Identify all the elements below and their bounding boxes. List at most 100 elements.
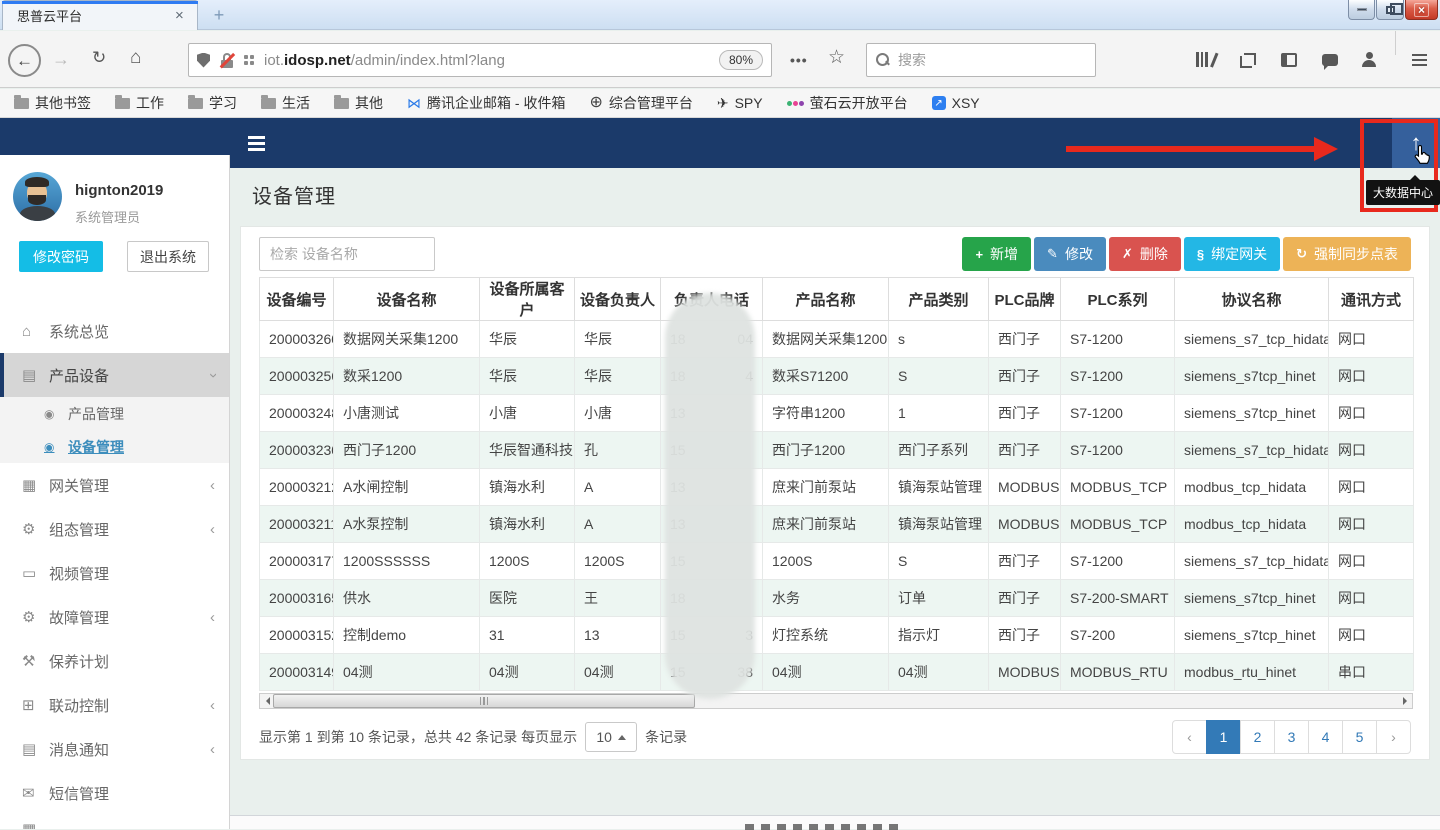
table-row[interactable]: 200003152控制demo3113153灯控系统指示灯西门子S7-200si… bbox=[260, 617, 1414, 654]
sidebar-item-短信管理[interactable]: ✉短信管理 bbox=[0, 771, 229, 815]
bookmark-item[interactable]: 生活 bbox=[261, 93, 310, 113]
sidebar-item-产品设备[interactable]: ▤产品设备‹ bbox=[0, 353, 229, 397]
bookmark-item[interactable]: ⊕综合管理平台 bbox=[589, 93, 692, 113]
sidebar-item-消息通知[interactable]: ▤消息通知‹ bbox=[0, 727, 229, 771]
insecure-lock-icon[interactable] bbox=[220, 53, 234, 68]
logout-button[interactable]: 退出系统 bbox=[127, 241, 209, 272]
browser-tab[interactable]: 思普云平台 × bbox=[2, 0, 198, 30]
column-header[interactable]: 协议名称 bbox=[1175, 278, 1329, 321]
column-header[interactable]: 设备所属客户 bbox=[480, 278, 575, 321]
bookmark-item[interactable]: 学习 bbox=[188, 93, 237, 113]
table-row[interactable]: 200003256数采1200华辰华辰184数采S71200S西门子S7-120… bbox=[260, 358, 1414, 395]
column-header[interactable]: 产品名称 bbox=[763, 278, 889, 321]
修改-button[interactable]: ✎修改 bbox=[1034, 237, 1106, 271]
table-row[interactable]: 200003248小唐测试小唐小唐13字符串12001西门子S7-1200sie… bbox=[260, 395, 1414, 432]
column-header[interactable]: 通讯方式 bbox=[1329, 278, 1414, 321]
page-button-3[interactable]: 3 bbox=[1274, 720, 1309, 754]
page-prev-button[interactable]: ‹ bbox=[1172, 720, 1207, 754]
sidebar-item-故障管理[interactable]: ⚙故障管理‹ bbox=[0, 595, 229, 639]
bookmark-item[interactable]: 萤石云开放平台 bbox=[787, 93, 908, 113]
table-cell: 灯控系统 bbox=[763, 617, 889, 654]
window-minimize-button[interactable] bbox=[1348, 0, 1375, 20]
permissions-icon[interactable] bbox=[244, 55, 254, 65]
library-button[interactable] bbox=[1196, 31, 1212, 88]
table-cell: 西门子 bbox=[989, 432, 1061, 469]
cross-icon: ✗ bbox=[1122, 246, 1133, 262]
sidebar-item-系统总览[interactable]: ⌂系统总览 bbox=[0, 309, 229, 353]
tracking-shield-icon[interactable] bbox=[197, 53, 210, 68]
table-cell: 200003165 bbox=[260, 580, 334, 617]
page-button-1[interactable]: 1 bbox=[1206, 720, 1241, 754]
page-button-4[interactable]: 4 bbox=[1308, 720, 1343, 754]
column-header[interactable]: 设备负责人 bbox=[575, 278, 661, 321]
home-button[interactable]: ⌂ bbox=[130, 47, 141, 69]
table-row[interactable]: 200003260数据网关采集1200华辰华辰1804数据网关采集1200s西门… bbox=[260, 321, 1414, 358]
scroll-right-arrow[interactable] bbox=[1398, 694, 1412, 708]
bookmark-item[interactable]: 工作 bbox=[115, 93, 164, 113]
circle-dot-icon: ◉ bbox=[44, 440, 68, 454]
table-cell: 网口 bbox=[1329, 432, 1414, 469]
column-header[interactable]: PLC系列 bbox=[1061, 278, 1175, 321]
account-button[interactable] bbox=[1361, 31, 1377, 88]
device-search-input[interactable] bbox=[259, 237, 435, 271]
column-header[interactable]: 设备名称 bbox=[334, 278, 480, 321]
page-size-select[interactable]: 10 bbox=[585, 722, 637, 752]
新增-button[interactable]: +新增 bbox=[962, 237, 1031, 271]
new-tab-button[interactable]: + bbox=[206, 4, 232, 27]
bookmark-item[interactable]: ✈SPY bbox=[717, 95, 763, 111]
chevron-left-icon: ‹ bbox=[210, 609, 215, 626]
screenshot-button[interactable] bbox=[1240, 31, 1254, 88]
page-button-5[interactable]: 5 bbox=[1342, 720, 1377, 754]
bookmark-item[interactable]: ↗XSY bbox=[932, 95, 980, 111]
page-actions-icon[interactable]: ••• bbox=[790, 52, 808, 68]
sidebar-collapse-icon[interactable] bbox=[248, 136, 265, 154]
window-close-button[interactable]: × bbox=[1405, 0, 1438, 20]
强制同步点表-button[interactable]: ↻强制同步点表 bbox=[1283, 237, 1411, 271]
sidebar-item-保养计划[interactable]: ⚒保养计划 bbox=[0, 639, 229, 683]
page-next-button[interactable]: › bbox=[1376, 720, 1411, 754]
table-row[interactable]: 20000314904测04测04测153804测04测MODBUSMODBUS… bbox=[260, 654, 1414, 691]
change-password-button[interactable]: 修改密码 bbox=[19, 241, 103, 272]
删除-button[interactable]: ✗删除 bbox=[1109, 237, 1181, 271]
page-button-2[interactable]: 2 bbox=[1240, 720, 1275, 754]
table-row[interactable]: 2000031771200SSSSSS1200S1200S151200SS西门子… bbox=[260, 543, 1414, 580]
url-bar[interactable]: iot.idosp.net/admin/index.html?lang 80% bbox=[188, 43, 772, 77]
sidebar-item-cutoff[interactable]: ▦ bbox=[0, 820, 36, 829]
table-row[interactable]: 200003212A水闸控制镇海水利A13庶来门前泵站镇海泵站管理MODBUSM… bbox=[260, 469, 1414, 506]
table-row[interactable]: 200003230西门子1200华辰智通科技孔15西门子1200西门子系列西门子… bbox=[260, 432, 1414, 469]
table-horizontal-scrollbar[interactable] bbox=[259, 693, 1413, 709]
bookmark-item[interactable]: ⋈腾讯企业邮箱 - 收件箱 bbox=[407, 93, 565, 113]
sidebar-item-网关管理[interactable]: ▦网关管理‹ bbox=[0, 463, 229, 507]
zoom-level-badge[interactable]: 80% bbox=[719, 50, 763, 70]
table-row[interactable]: 200003165供水医院王18水务订单西门子S7-200-SMARTsieme… bbox=[260, 580, 1414, 617]
search-bar[interactable]: 搜索 bbox=[866, 43, 1096, 77]
scrollbar-thumb[interactable] bbox=[273, 694, 695, 708]
绑定网关-button[interactable]: §绑定网关 bbox=[1184, 237, 1280, 271]
table-row[interactable]: 200003211A水泵控制镇海水利A13庶来门前泵站镇海泵站管理MODBUSM… bbox=[260, 506, 1414, 543]
url-text[interactable]: iot.idosp.net/admin/index.html?lang bbox=[264, 52, 715, 69]
bookmark-item[interactable]: 其他书签 bbox=[14, 93, 91, 113]
sidebar-item-联动控制[interactable]: ⊞联动控制‹ bbox=[0, 683, 229, 727]
sidebar-subitem-设备管理[interactable]: ◉设备管理 bbox=[0, 430, 229, 463]
sidebar-item-组态管理[interactable]: ⚙组态管理‹ bbox=[0, 507, 229, 551]
menu-button[interactable] bbox=[1412, 31, 1427, 88]
sidebar-toggle-button[interactable] bbox=[1281, 31, 1297, 88]
column-header[interactable]: PLC品牌 bbox=[989, 278, 1061, 321]
bookmark-item[interactable]: 其他 bbox=[334, 93, 383, 113]
bookmark-star-icon[interactable]: ☆ bbox=[828, 46, 845, 69]
reload-button[interactable]: ↻ bbox=[92, 48, 106, 68]
table-cell: A水闸控制 bbox=[334, 469, 480, 506]
window-restore-button[interactable] bbox=[1376, 0, 1404, 20]
table-cell: S7-1200 bbox=[1061, 321, 1175, 358]
sidebar-subitem-产品管理[interactable]: ◉产品管理 bbox=[0, 397, 229, 430]
sidebar-item-视频管理[interactable]: ▭视频管理 bbox=[0, 551, 229, 595]
back-button[interactable]: ← bbox=[8, 44, 41, 77]
table-cell: 供水 bbox=[334, 580, 480, 617]
column-header[interactable]: 设备编号 bbox=[260, 278, 334, 321]
avatar bbox=[13, 172, 62, 221]
scroll-left-arrow[interactable] bbox=[260, 694, 274, 708]
forward-button[interactable]: → bbox=[52, 49, 70, 70]
tab-close-icon[interactable]: × bbox=[175, 7, 197, 24]
column-header[interactable]: 产品类别 bbox=[889, 278, 989, 321]
pocket-button[interactable] bbox=[1322, 31, 1338, 88]
